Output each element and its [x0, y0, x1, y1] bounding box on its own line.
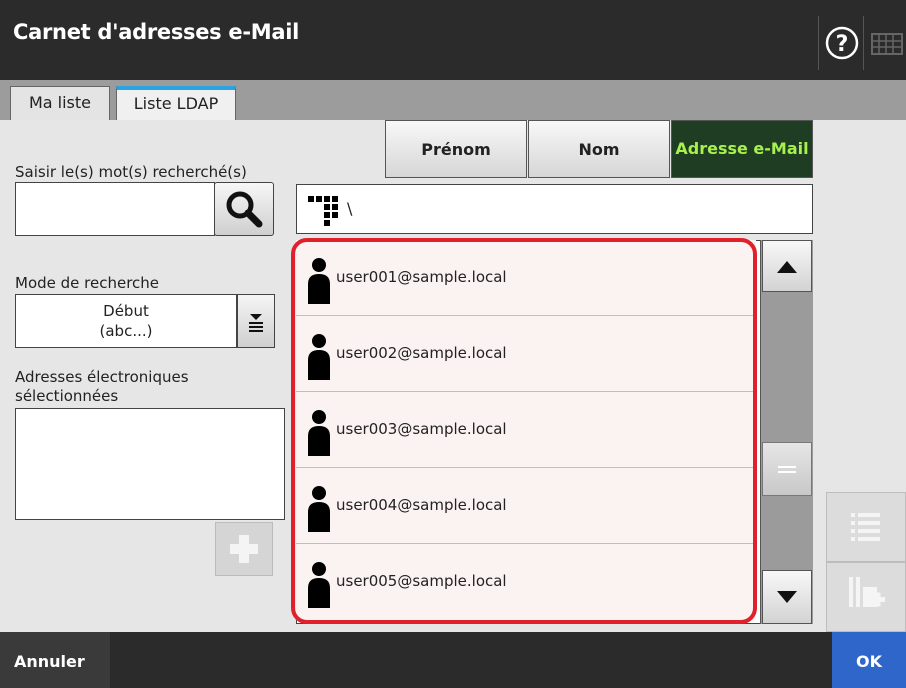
add-to-list-icon	[849, 577, 885, 607]
tree-icon	[308, 196, 338, 226]
list-item[interactable]: user004@sample.local	[296, 468, 756, 544]
search-input[interactable]	[15, 182, 215, 236]
user-icon	[308, 486, 330, 532]
arrow-down-icon	[777, 591, 797, 603]
list-item[interactable]: user005@sample.local	[296, 544, 756, 620]
list-item[interactable]: user002@sample.local	[296, 316, 756, 392]
search-mode-value-line2: (abc...)	[99, 322, 153, 340]
add-address-button[interactable]	[215, 522, 273, 576]
keyboard-icon	[871, 33, 903, 55]
list-item-email: user005@sample.local	[336, 572, 507, 590]
scrollbar-track[interactable]	[760, 240, 813, 624]
window-title: Carnet d'adresses e-Mail	[13, 20, 300, 44]
user-icon	[308, 410, 330, 456]
grip-icon	[778, 466, 796, 473]
help-button[interactable]: ?	[818, 16, 864, 70]
selected-addresses-list[interactable]	[15, 408, 285, 520]
plus-icon	[230, 535, 258, 563]
svg-text:?: ?	[836, 32, 849, 57]
selected-addresses-label-line2: sélectionnées	[15, 387, 119, 405]
scroll-down-button[interactable]	[762, 570, 812, 624]
footer-bar	[0, 632, 906, 688]
sort-first-name-button[interactable]: Prénom	[385, 120, 527, 178]
list-item[interactable]: user003@sample.local	[296, 392, 756, 468]
keyboard-button[interactable]	[866, 16, 906, 70]
help-circle-icon: ?	[825, 26, 859, 60]
user-icon	[308, 258, 330, 304]
tab-ldap-list[interactable]: Liste LDAP	[116, 86, 236, 120]
search-label: Saisir le(s) mot(s) recherché(s)	[15, 163, 247, 181]
arrow-up-icon	[777, 261, 797, 273]
user-icon	[308, 562, 330, 608]
ldap-path-bar: \	[296, 184, 813, 234]
address-list: user001@sample.local user002@sample.loca…	[296, 240, 758, 624]
tab-my-list[interactable]: Ma liste	[10, 86, 110, 120]
search-button[interactable]	[214, 182, 274, 236]
search-mode-dropdown-button[interactable]	[237, 294, 275, 348]
list-item-email: user002@sample.local	[336, 344, 507, 362]
ok-button[interactable]: OK	[832, 632, 906, 688]
list-icon	[851, 513, 880, 541]
ldap-path-text: \	[347, 199, 353, 218]
search-icon	[226, 191, 263, 228]
scroll-up-button[interactable]	[762, 240, 812, 292]
search-mode-value-line1: Début	[103, 302, 149, 320]
list-item[interactable]: user001@sample.local	[296, 240, 756, 316]
add-to-list-button[interactable]	[826, 562, 906, 632]
dropdown-list-icon	[249, 314, 263, 332]
user-icon	[308, 334, 330, 380]
list-item-email: user004@sample.local	[336, 496, 507, 514]
search-mode-label: Mode de recherche	[15, 274, 160, 292]
show-details-button[interactable]	[826, 492, 906, 562]
sort-last-name-button[interactable]: Nom	[528, 120, 670, 178]
selected-addresses-label-line1: Adresses électroniques	[15, 368, 189, 386]
search-mode-select[interactable]: Début (abc...)	[15, 294, 237, 348]
cancel-button[interactable]: Annuler	[0, 632, 110, 688]
sort-email-button[interactable]: Adresse e-Mail	[671, 120, 813, 178]
scrollbar-thumb[interactable]	[762, 442, 812, 496]
list-item-email: user003@sample.local	[336, 420, 507, 438]
list-item-email: user001@sample.local	[336, 268, 507, 286]
